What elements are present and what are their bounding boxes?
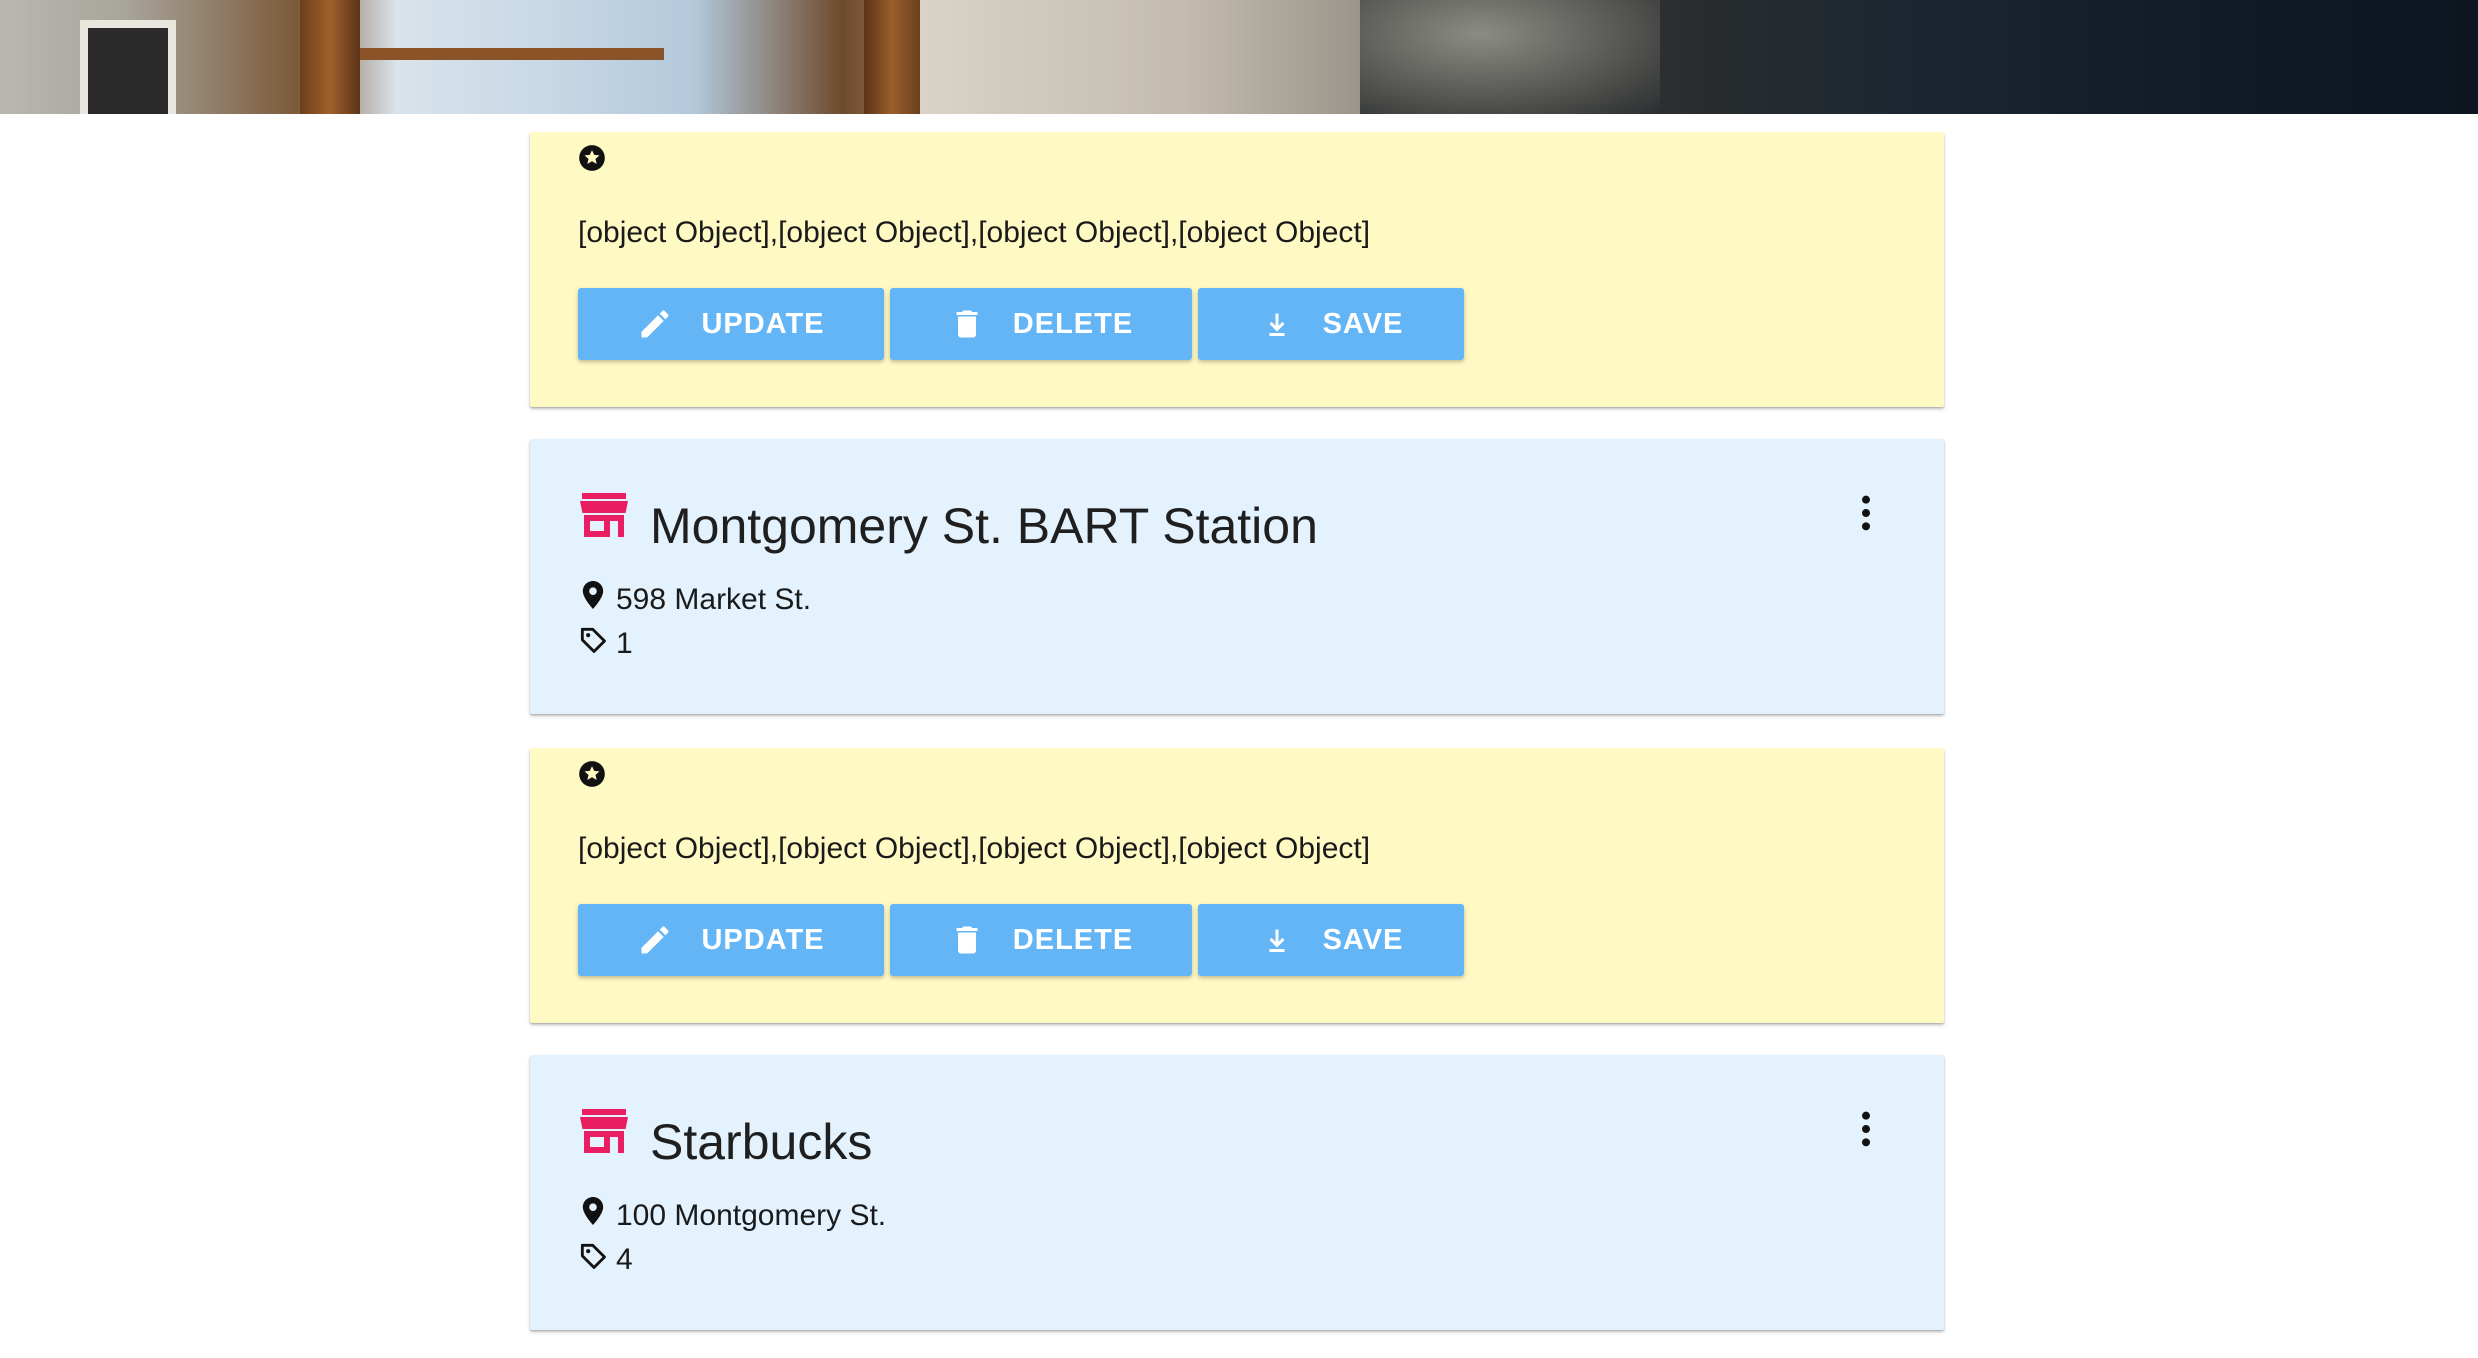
header-banner-image <box>0 0 2478 114</box>
place-address: 598 Market St. <box>616 583 812 616</box>
action-text: [object Object],[object Object],[object … <box>578 216 1371 249</box>
tags-icon <box>580 1243 606 1269</box>
save-button[interactable]: SAVE <box>1198 904 1464 976</box>
place-tag-count: 1 <box>616 627 633 660</box>
update-button[interactable]: UPDATE <box>578 904 884 976</box>
save-button[interactable]: SAVE <box>1198 288 1464 360</box>
store-icon <box>580 1109 628 1153</box>
place-name: Starbucks <box>650 1114 873 1170</box>
location-pin-icon <box>582 1197 604 1225</box>
store-icon <box>580 493 628 537</box>
save-button-label: SAVE <box>1322 307 1404 340</box>
more-vert-icon[interactable] <box>1856 493 1876 533</box>
action-card: [object Object],[object Object],[object … <box>530 132 1944 407</box>
update-button-label: UPDATE <box>701 307 825 340</box>
trash-icon <box>956 310 978 338</box>
place-name: Montgomery St. BART Station <box>650 498 1318 554</box>
page: [object Object],[object Object],[object … <box>0 0 2478 1358</box>
save-button-label: SAVE <box>1322 923 1404 956</box>
action-text: [object Object],[object Object],[object … <box>578 832 1371 865</box>
action-card: [object Object],[object Object],[object … <box>530 748 1944 1023</box>
delete-button-label: DELETE <box>1012 923 1134 956</box>
location-pin-icon <box>582 581 604 609</box>
tags-icon <box>580 627 606 653</box>
place-card[interactable]: Montgomery St. BART Station 598 Market S… <box>530 439 1944 714</box>
place-address: 100 Montgomery St. <box>616 1199 887 1232</box>
download-icon <box>1269 929 1285 952</box>
place-tag-count: 4 <box>616 1243 633 1276</box>
delete-button[interactable]: DELETE <box>890 288 1192 360</box>
star-circle-icon <box>579 145 605 171</box>
trash-icon <box>956 926 978 954</box>
delete-button-label: DELETE <box>1012 307 1134 340</box>
star-circle-icon <box>579 761 605 787</box>
download-icon <box>1269 313 1285 336</box>
delete-button[interactable]: DELETE <box>890 904 1192 976</box>
update-button-label: UPDATE <box>701 923 825 956</box>
pencil-icon <box>641 926 669 954</box>
more-vert-icon[interactable] <box>1856 1109 1876 1149</box>
update-button[interactable]: UPDATE <box>578 288 884 360</box>
place-card[interactable]: Starbucks 100 Montgomery St. 4 <box>530 1055 1944 1330</box>
pencil-icon <box>641 310 669 338</box>
